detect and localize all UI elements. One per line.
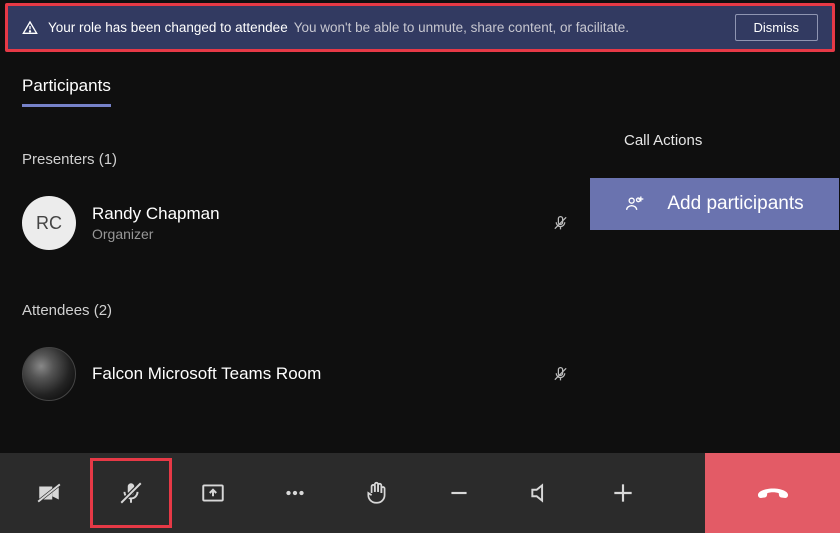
- plus-icon: [610, 480, 636, 506]
- volume-button[interactable]: [500, 453, 582, 533]
- more-button[interactable]: [254, 453, 336, 533]
- avatar: RC: [22, 196, 76, 250]
- share-screen-icon: [200, 480, 226, 506]
- presenter-name: Randy Chapman: [92, 204, 220, 224]
- person-info: Falcon Microsoft Teams Room: [92, 364, 321, 384]
- tab-participants[interactable]: Participants: [22, 76, 111, 107]
- banner-text: Your role has been changed to attendee Y…: [48, 20, 725, 35]
- role-changed-banner: Your role has been changed to attendee Y…: [8, 6, 832, 49]
- attendee-name: Falcon Microsoft Teams Room: [92, 364, 321, 384]
- more-icon: [282, 480, 308, 506]
- role-changed-banner-wrap: Your role has been changed to attendee Y…: [0, 0, 840, 55]
- mic-button[interactable]: [90, 453, 172, 533]
- call-actions-heading: Call Actions: [624, 132, 702, 149]
- presenter-row[interactable]: RC Randy Chapman Organizer: [22, 196, 818, 250]
- mic-off-icon: [118, 480, 144, 506]
- camera-off-icon: [36, 480, 62, 506]
- presenter-role: Organizer: [92, 226, 220, 242]
- raise-hand-button[interactable]: [336, 453, 418, 533]
- banner-subtitle: You won't be able to unmute, share conte…: [294, 20, 629, 35]
- tab-row: Participants: [22, 76, 818, 107]
- attendees-heading: Attendees (2): [22, 302, 818, 319]
- role-changed-banner-highlight: Your role has been changed to attendee Y…: [5, 3, 835, 52]
- banner-title: Your role has been changed to attendee: [48, 20, 288, 35]
- call-control-bar: [0, 453, 840, 533]
- mic-muted-icon: [552, 215, 569, 232]
- minus-icon: [446, 480, 472, 506]
- raise-hand-icon: [364, 480, 390, 506]
- dismiss-button[interactable]: Dismiss: [735, 14, 819, 41]
- avatar: [22, 347, 76, 401]
- mic-muted-icon: [552, 366, 569, 383]
- hangup-icon: [755, 475, 791, 511]
- warning-icon: [22, 20, 38, 36]
- lower-button[interactable]: [418, 453, 500, 533]
- share-button[interactable]: [172, 453, 254, 533]
- participants-panel: Participants Call Actions Add participan…: [22, 76, 818, 453]
- raise-button[interactable]: [582, 453, 664, 533]
- attendee-row[interactable]: Falcon Microsoft Teams Room: [22, 347, 818, 401]
- hangup-button[interactable]: [705, 453, 840, 533]
- camera-button[interactable]: [8, 453, 90, 533]
- person-info: Randy Chapman Organizer: [92, 204, 220, 242]
- mic-button-highlight: [90, 458, 172, 528]
- speaker-icon: [528, 480, 554, 506]
- presenters-heading: Presenters (1): [22, 151, 818, 168]
